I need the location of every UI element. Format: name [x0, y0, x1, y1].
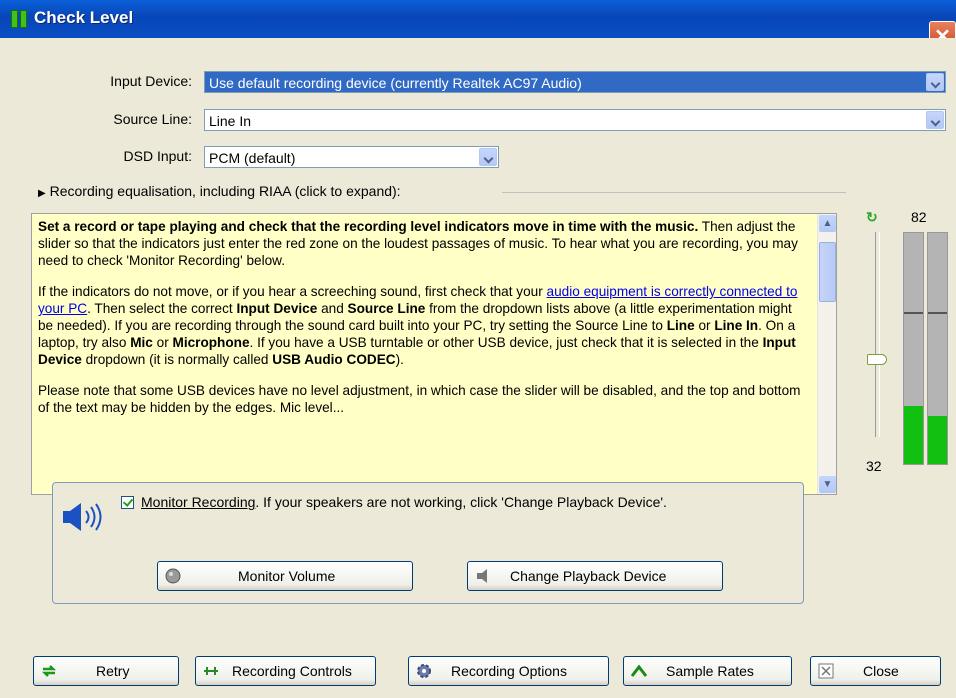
chevron-down-icon[interactable] — [926, 73, 944, 91]
title-bar: Check Level — [0, 0, 956, 38]
close-icon — [818, 663, 834, 679]
source-line-select[interactable]: Line In — [204, 109, 946, 131]
speaker-device-icon — [477, 569, 487, 583]
help-paragraph-3: Please note that some USB devices have n… — [38, 383, 801, 415]
level-meter-right — [927, 232, 948, 465]
chevron-down-icon[interactable] — [926, 111, 944, 129]
equalisation-label: Recording equalisation, including RIAA (… — [49, 183, 401, 199]
level-meter-left — [903, 232, 924, 465]
divider — [502, 192, 846, 193]
scroll-down-icon[interactable]: ▼ — [819, 476, 836, 493]
window-title: Check Level — [34, 8, 134, 27]
help-scrollbar[interactable]: ▲ ▼ — [817, 214, 836, 494]
recording-controls-button[interactable]: Recording Controls — [195, 656, 376, 686]
meter-peak — [928, 311, 947, 314]
scroll-up-icon[interactable]: ▲ — [819, 215, 836, 232]
source-line-label: Source Line: — [113, 111, 192, 127]
reset-arrow-icon[interactable]: ↻ — [866, 209, 878, 226]
input-device-select[interactable]: Use default recording device (currently … — [204, 71, 946, 93]
gear-icon — [417, 664, 431, 678]
scroll-thumb[interactable] — [819, 242, 836, 302]
mixer-icon — [204, 667, 218, 675]
level-slider-thumb[interactable] — [867, 354, 887, 366]
dsd-input-value: PCM (default) — [209, 150, 296, 166]
help-paragraph-1: Set a record or tape playing and check t… — [38, 219, 798, 268]
help-paragraph-2: If the indicators do not move, or if you… — [38, 284, 798, 367]
retry-arrows-icon — [41, 665, 57, 677]
monitor-recording-text: Monitor Recording. If your speakers are … — [141, 494, 667, 510]
level-min-label: 32 — [866, 458, 882, 474]
equalisation-expander[interactable]: ▶ Recording equalisation, including RIAA… — [38, 183, 401, 199]
waveform-icon — [630, 664, 648, 677]
dsd-input-select[interactable]: PCM (default) — [204, 146, 499, 168]
change-playback-device-button[interactable]: Change Playback Device — [467, 561, 723, 591]
level-max-label: 82 — [911, 209, 927, 225]
meter-fill — [928, 415, 947, 464]
close-button[interactable]: Close — [810, 656, 941, 686]
monitor-volume-button[interactable]: Monitor Volume — [157, 561, 413, 591]
source-line-value: Line In — [209, 113, 252, 129]
app-icon — [10, 10, 28, 28]
volume-knob-icon — [165, 568, 181, 584]
meter-peak — [904, 311, 923, 314]
monitor-recording-checkbox[interactable] — [121, 496, 134, 509]
triangle-right-icon: ▶ — [38, 188, 46, 199]
input-device-value: Use default recording device (currently … — [209, 75, 582, 91]
dsd-input-label: DSD Input: — [123, 148, 192, 164]
chevron-down-icon[interactable] — [479, 148, 497, 166]
meter-fill — [904, 406, 923, 464]
help-textbox[interactable]: Set a record or tape playing and check t… — [31, 213, 837, 495]
input-device-label: Input Device: — [110, 73, 192, 89]
recording-options-button[interactable]: Recording Options — [408, 656, 609, 686]
retry-button[interactable]: Retry — [33, 656, 179, 686]
speaker-icon — [63, 503, 102, 531]
sample-rates-button[interactable]: Sample Rates — [623, 656, 792, 686]
level-slider-track[interactable] — [875, 232, 880, 437]
